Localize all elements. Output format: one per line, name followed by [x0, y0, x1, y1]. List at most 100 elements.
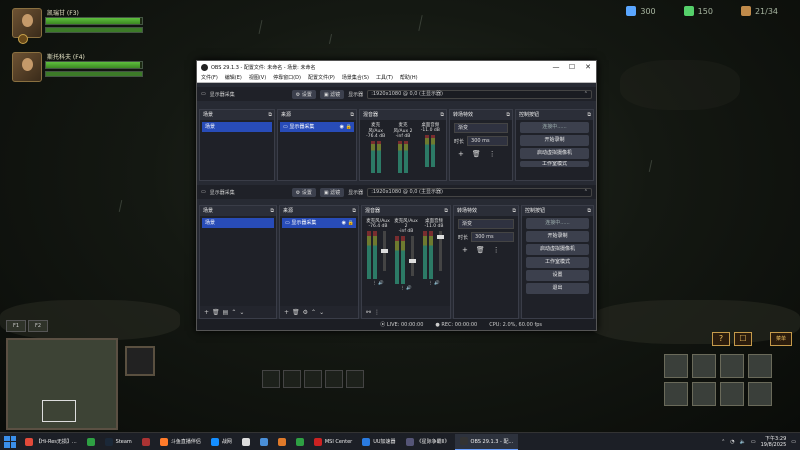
taskbar-app[interactable]: [255, 434, 273, 450]
more-icon[interactable]: ⋮: [493, 246, 500, 254]
taskbar-app[interactable]: [237, 434, 255, 450]
minimap[interactable]: [6, 338, 118, 430]
taskbar-app[interactable]: [273, 434, 291, 450]
control-group-tab[interactable]: F1: [6, 320, 26, 332]
selection-slot[interactable]: [262, 370, 280, 388]
taskbar-app[interactable]: [291, 434, 309, 450]
speaker-icon[interactable]: 🔊: [378, 281, 384, 286]
more-icon[interactable]: ⋮: [374, 309, 380, 316]
taskbar-app[interactable]: 《星际争霸II》: [401, 434, 455, 450]
menu-help[interactable]: 帮助(H): [400, 74, 418, 81]
dock-float-icon[interactable]: ⧉: [270, 206, 274, 216]
source-list-item[interactable]: ▭ 显示器采集 ◉ 🔒: [280, 122, 354, 132]
duration-input[interactable]: 300 ms: [471, 232, 514, 242]
taskbar-app[interactable]: [82, 434, 100, 450]
exit-button[interactable]: 退出: [526, 283, 589, 294]
visibility-eye-icon[interactable]: ◉: [340, 122, 344, 132]
source-settings-button[interactable]: ⚙ 设置: [291, 187, 316, 197]
trash-icon[interactable]: 🗑: [476, 246, 485, 254]
trash-icon[interactable]: 🗑: [212, 309, 220, 316]
volume-fader[interactable]: [436, 231, 444, 271]
menu-edit[interactable]: 编辑(E): [225, 74, 242, 81]
dock-float-icon[interactable]: ⧉: [350, 110, 354, 120]
menu-button[interactable]: 菜单: [770, 332, 792, 346]
dock-float-icon[interactable]: ⧉: [506, 110, 510, 120]
hero-portrait[interactable]: [12, 8, 42, 38]
display-select[interactable]: :1920x1080 @ 0,0 (主显示器): [367, 187, 592, 197]
menu-profile[interactable]: 配置文件(P): [308, 74, 335, 81]
menu-file[interactable]: 文件(F): [201, 74, 218, 81]
selection-slot[interactable]: [346, 370, 364, 388]
volume-fader[interactable]: [408, 236, 416, 276]
source-settings-button[interactable]: ⚙ 设置: [291, 89, 316, 99]
filter-icon[interactable]: ▤: [223, 309, 229, 316]
start-button[interactable]: [4, 435, 16, 448]
speaker-icon[interactable]: 🔊: [434, 281, 440, 286]
help-button[interactable]: ?: [712, 332, 730, 346]
hero-card-stukov[interactable]: 斯托科夫 (F4): [12, 52, 143, 84]
transition-select[interactable]: 渐变: [454, 123, 508, 133]
add-icon[interactable]: +: [204, 309, 209, 316]
visibility-eye-icon[interactable]: ◉: [342, 218, 346, 228]
dock-float-icon[interactable]: ⧉: [512, 206, 516, 216]
selection-slot[interactable]: [325, 370, 343, 388]
speaker-icon[interactable]: 🔊: [406, 286, 412, 291]
close-button[interactable]: ✕: [580, 63, 596, 71]
virtual-camera-button[interactable]: 启动虚拟摄像机: [520, 148, 589, 159]
hero-portrait[interactable]: [12, 52, 42, 82]
taskbar-app[interactable]: 斗鱼直播伴侣: [155, 434, 206, 450]
notification-icon[interactable]: ▭: [791, 439, 796, 445]
studio-mode-button[interactable]: 工作室模式: [526, 257, 589, 268]
dock-float-icon[interactable]: ⧉: [587, 110, 591, 120]
menu-tools[interactable]: 工具(T): [376, 74, 393, 81]
add-icon[interactable]: +: [458, 150, 464, 158]
source-list-item[interactable]: ▭ 显示器采集 ◉ 🔒: [282, 218, 356, 228]
move-up-icon[interactable]: ⌃: [311, 309, 316, 316]
dock-float-icon[interactable]: ⧉: [587, 206, 591, 216]
lock-icon[interactable]: 🔒: [348, 218, 354, 228]
more-icon[interactable]: ⋮: [428, 281, 433, 286]
gear-icon[interactable]: ⚙: [303, 309, 308, 316]
command-button[interactable]: [692, 382, 716, 406]
taskbar-app[interactable]: [137, 434, 155, 450]
network-icon[interactable]: ◔: [730, 439, 734, 445]
command-button[interactable]: [692, 354, 716, 378]
menu-docks[interactable]: 停靠窗口(D): [273, 74, 301, 81]
maximize-button[interactable]: ☐: [564, 63, 580, 71]
speaker-icon[interactable]: 🔈: [740, 439, 746, 445]
start-recording-button[interactable]: 开始录制: [520, 135, 589, 146]
selection-slot[interactable]: [304, 370, 322, 388]
chevron-up-icon[interactable]: ⌃: [721, 439, 725, 445]
advanced-audio-icon[interactable]: ⚯: [366, 309, 371, 316]
studio-mode-button[interactable]: 工作室模式: [520, 161, 589, 167]
hero-card-kerrigan[interactable]: 凯瑞甘 (F3): [12, 8, 143, 44]
taskbar-app[interactable]: UU加速器: [357, 434, 400, 450]
taskbar-app[interactable]: OBS 29.1.3 - 配...: [454, 433, 519, 450]
scene-list-item[interactable]: 场景: [202, 218, 274, 228]
volume-fader[interactable]: [380, 231, 388, 271]
command-button[interactable]: [664, 354, 688, 378]
start-streaming-button[interactable]: 连接中......: [526, 218, 589, 229]
transition-select[interactable]: 渐变: [458, 219, 514, 229]
control-group-tab[interactable]: F2: [28, 320, 48, 332]
trash-icon[interactable]: 🗑: [472, 150, 481, 158]
duration-input[interactable]: 300 ms: [467, 136, 508, 146]
menu-scene-collection[interactable]: 场景集合(S): [342, 74, 369, 81]
dock-float-icon[interactable]: ⧉: [268, 110, 272, 120]
taskbar-app[interactable]: Steam: [100, 434, 137, 450]
command-button[interactable]: [748, 382, 772, 406]
trash-icon[interactable]: 🗑: [292, 309, 300, 316]
add-icon[interactable]: +: [284, 309, 289, 316]
more-icon[interactable]: ⋮: [400, 286, 405, 291]
command-button[interactable]: [720, 354, 744, 378]
lock-icon[interactable]: 🔒: [346, 122, 352, 132]
hero-ability-orb[interactable]: [18, 34, 28, 44]
taskbar-app[interactable]: 战网: [206, 434, 237, 450]
dock-float-icon[interactable]: ⧉: [352, 206, 356, 216]
chat-button[interactable]: ☐: [734, 332, 752, 346]
move-down-icon[interactable]: ⌄: [239, 309, 244, 316]
virtual-camera-button[interactable]: 启动虚拟摄像机: [526, 244, 589, 255]
dock-float-icon[interactable]: ⧉: [444, 206, 448, 216]
scene-list-item[interactable]: 场景: [202, 122, 272, 132]
dock-float-icon[interactable]: ⧉: [440, 110, 444, 120]
